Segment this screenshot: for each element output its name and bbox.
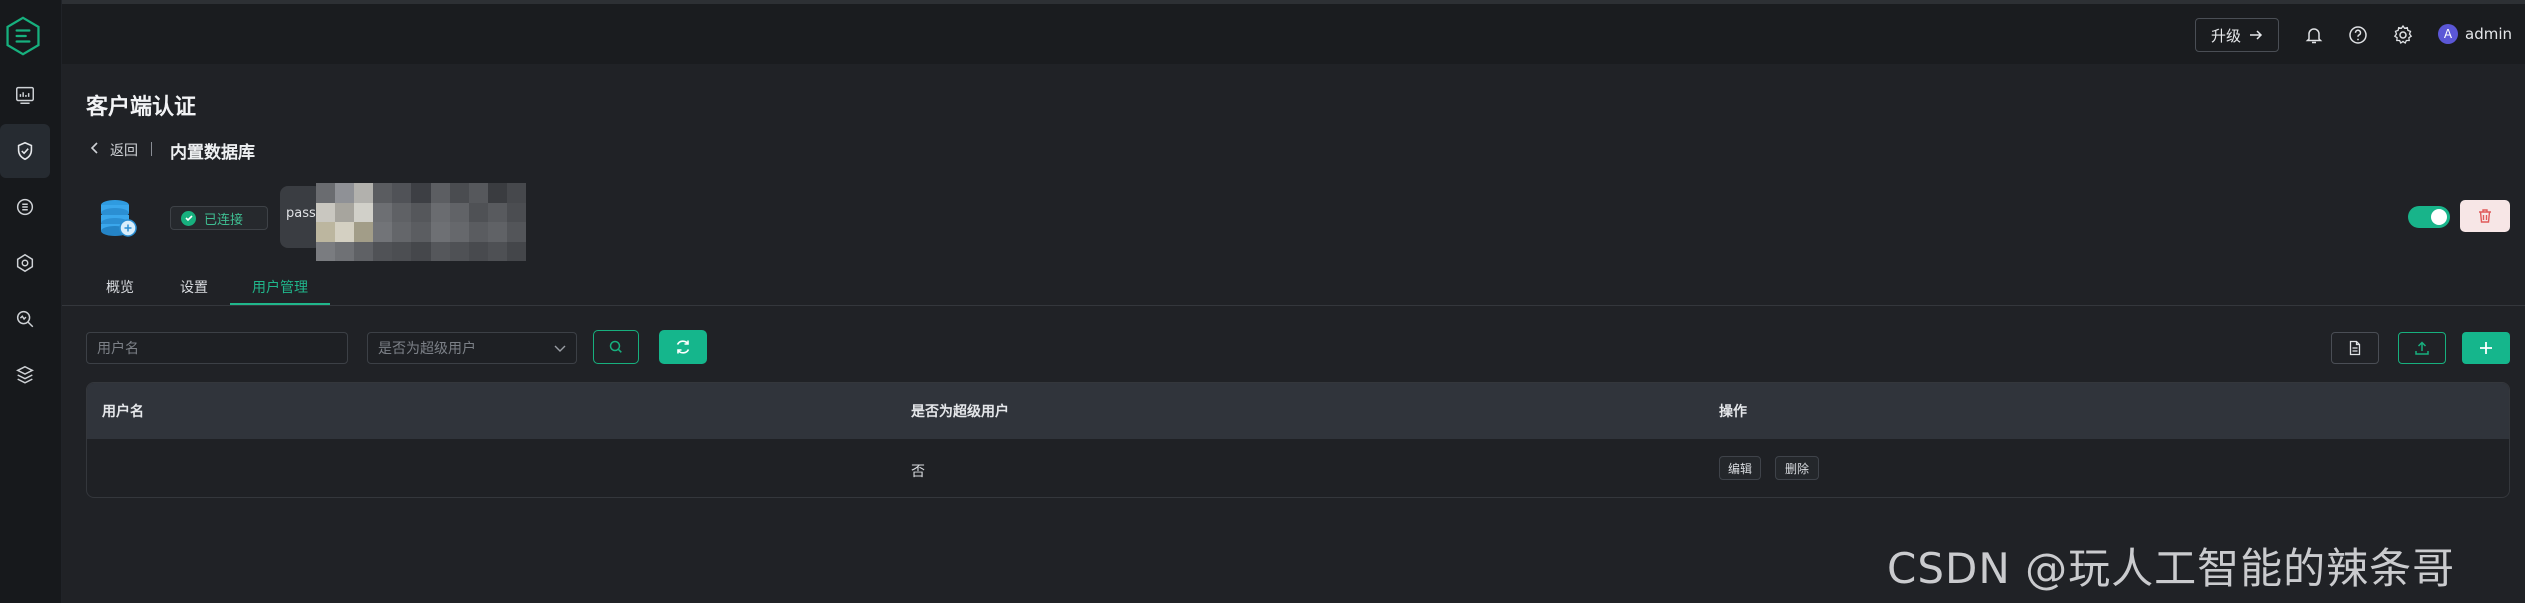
search-button[interactable] [593, 330, 639, 364]
plus-icon [2480, 342, 2492, 354]
table-header: 用户名 是否为超级用户 操作 [87, 383, 2509, 439]
sidebar-item-plugins[interactable] [0, 348, 50, 402]
data-integration-icon [16, 198, 34, 216]
superuser-placeholder: 是否为超级用户 [378, 341, 476, 357]
gear-icon [2393, 24, 2413, 44]
status-badge: 已连接 [170, 206, 268, 230]
main-panel: 客户端认证 返回 内置数据库 已连接 pass 概览 设置 用户管理 用户名 是… [62, 64, 2525, 603]
chevron-down-icon [554, 345, 566, 352]
back-link[interactable]: 返回 [110, 140, 138, 160]
app-logo-icon[interactable] [2, 14, 44, 58]
superuser-select[interactable]: 是否为超级用户 [367, 332, 577, 364]
check-circle-icon [181, 210, 196, 226]
cell-superuser: 否 [911, 464, 925, 480]
bell-icon [2305, 28, 2323, 44]
database-title: 内置数据库 [170, 143, 255, 163]
breadcrumb-divider [151, 142, 152, 156]
edit-button[interactable]: 编辑 [1719, 456, 1761, 480]
trash-icon [2479, 209, 2491, 223]
page-title: 客户端认证 [86, 95, 197, 120]
column-header-superuser: 是否为超级用户 [911, 404, 1009, 420]
top-border [0, 0, 2525, 4]
chevron-left-icon[interactable] [88, 141, 102, 155]
username-placeholder: 用户名 [97, 341, 139, 357]
tab-settings[interactable]: 设置 [180, 277, 208, 297]
upload-icon [2415, 341, 2429, 355]
delete-button[interactable] [2460, 200, 2510, 232]
docs-button[interactable] [2331, 332, 2379, 364]
help-icon [2349, 26, 2367, 44]
shield-check-icon [17, 141, 33, 161]
plugins-icon [16, 365, 34, 384]
rules-icon [16, 253, 34, 273]
database-icon [101, 200, 137, 237]
refresh-icon [676, 340, 690, 354]
settings-button[interactable] [2390, 22, 2416, 48]
tab-user-management[interactable]: 用户管理 [252, 277, 308, 297]
sidebar-item-data-integration[interactable] [0, 180, 50, 234]
enable-toggle[interactable] [2408, 206, 2450, 228]
tooltip-text: pass [286, 206, 316, 221]
sidebar-item-dashboard[interactable] [0, 68, 50, 122]
username-search-input[interactable]: 用户名 [86, 332, 348, 364]
column-header-username: 用户名 [102, 404, 144, 420]
sidebar-item-rules[interactable] [0, 236, 50, 290]
delete-row-button[interactable]: 删除 [1775, 456, 1819, 480]
arrow-right-icon [2250, 30, 2263, 40]
upgrade-label: 升级 [2210, 26, 2241, 45]
avatar[interactable]: A [2438, 24, 2458, 44]
refresh-button[interactable] [659, 330, 707, 364]
diagnose-icon [16, 310, 34, 328]
sidebar-item-diagnose[interactable] [0, 292, 50, 346]
tab-overview[interactable]: 概览 [106, 277, 134, 297]
sidebar [0, 0, 62, 603]
mosaic-redaction [316, 183, 526, 261]
notifications-button[interactable] [2301, 22, 2327, 48]
help-button[interactable] [2345, 22, 2371, 48]
status-text: 已连接 [204, 212, 244, 228]
search-icon [609, 340, 622, 353]
dashboard-icon [16, 86, 34, 104]
document-icon [2349, 340, 2361, 356]
user-name[interactable]: admin [2465, 25, 2512, 43]
sidebar-item-access-control[interactable] [0, 124, 50, 178]
users-table: 用户名 是否为超级用户 操作 否 编辑 删除 [86, 382, 2510, 498]
column-header-actions: 操作 [1719, 404, 1747, 420]
watermark: CSDN @玩人工智能的辣条哥 [1887, 544, 2456, 593]
upgrade-button[interactable]: 升级 [2195, 18, 2279, 52]
add-user-button[interactable] [2462, 332, 2510, 364]
tabs-divider [62, 305, 2525, 306]
import-button[interactable] [2398, 332, 2446, 364]
